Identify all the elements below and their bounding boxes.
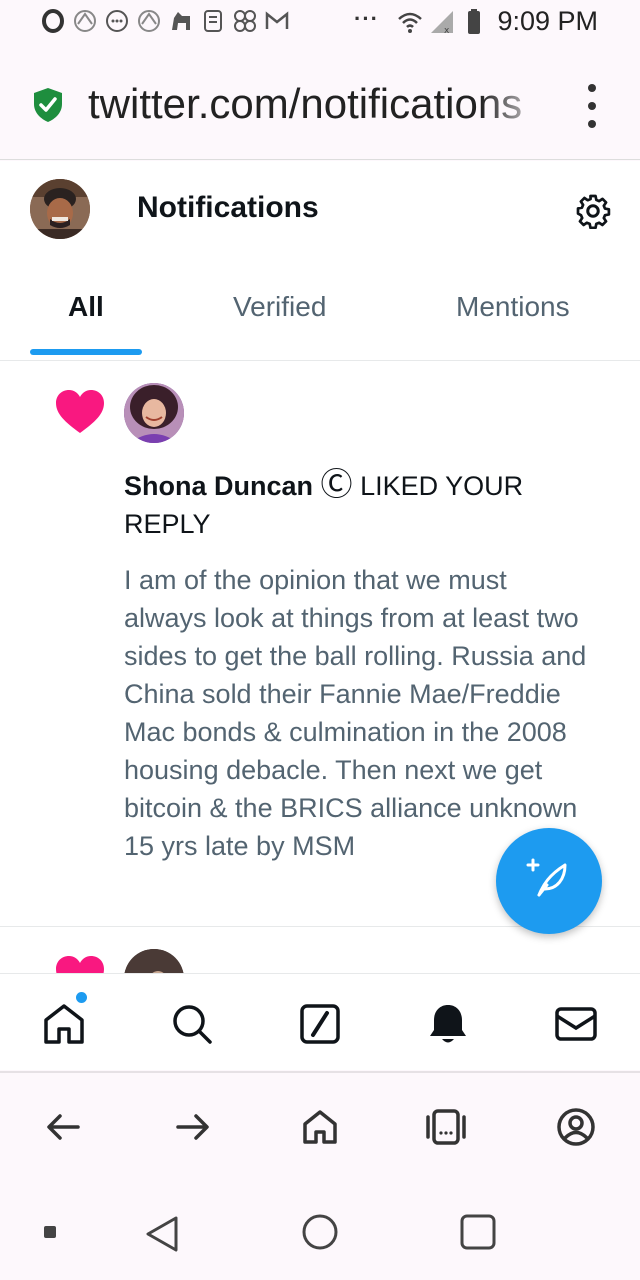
shield-check-icon[interactable] [32, 87, 64, 123]
page-title: Notifications [137, 191, 319, 224]
horse-icon [168, 8, 194, 34]
notification-tabs: All Verified Mentions [0, 269, 640, 361]
svg-text:x: x [444, 26, 450, 35]
search-icon[interactable] [170, 1002, 214, 1046]
compose-button[interactable] [496, 828, 602, 934]
gear-icon[interactable] [575, 193, 611, 230]
forward-arrow-icon[interactable] [172, 1107, 212, 1147]
browser-address-bar: twitter.com/notifications [0, 52, 640, 160]
more-vertical-icon[interactable] [578, 84, 606, 128]
tabs-icon[interactable] [426, 1107, 466, 1147]
overview-square-icon[interactable] [460, 1214, 496, 1255]
home-circle-icon[interactable] [301, 1213, 339, 1256]
compose-icon [525, 855, 573, 908]
opera-icon [40, 8, 66, 34]
avatar[interactable] [30, 179, 90, 239]
bottom-navigation [0, 973, 640, 1070]
browser-toolbar [0, 1071, 640, 1184]
account-icon[interactable] [556, 1107, 596, 1147]
url-field[interactable]: twitter.com/notifications [88, 80, 550, 128]
battery-icon [461, 8, 487, 35]
more-notifications-indicator: ··· [354, 6, 379, 31]
system-navigation-bar [0, 1184, 640, 1280]
new-content-dot [76, 992, 87, 1003]
tab-all[interactable]: All [68, 291, 104, 323]
notification-user-name[interactable]: Shona Duncan [124, 471, 313, 501]
grok-icon[interactable] [298, 1002, 342, 1046]
active-tab-indicator [30, 349, 142, 355]
bell-icon[interactable] [426, 1002, 470, 1046]
clock: 9:09 PM [497, 6, 598, 36]
pinwheel-icon [232, 8, 258, 34]
avatar[interactable] [124, 383, 184, 443]
heart-icon [55, 389, 105, 435]
status-bar: ··· x 9:09 PM [0, 0, 640, 52]
badge-icon [136, 8, 162, 34]
home-icon[interactable] [42, 1002, 86, 1046]
notification-summary: Shona Duncan Ⓒ LIKED YOUR REPLY [124, 465, 564, 543]
mail-icon[interactable] [554, 1002, 598, 1046]
home-icon[interactable] [300, 1107, 340, 1147]
gmail-icon [264, 8, 290, 34]
notification-text: I am of the opinion that we must always … [124, 565, 587, 861]
notebook-icon [200, 8, 226, 34]
wifi-icon [397, 9, 423, 35]
chat-bubble-icon [104, 8, 130, 34]
tab-verified[interactable]: Verified [233, 291, 326, 323]
back-triangle-icon[interactable] [144, 1214, 180, 1259]
tab-mentions[interactable]: Mentions [456, 291, 570, 323]
twitter-app: Notifications All Verified Mentions Shon… [0, 161, 640, 1070]
copyright-badge: Ⓒ [320, 466, 353, 502]
badge-icon [72, 8, 98, 34]
status-system-icons: x 9:09 PM [397, 6, 598, 37]
status-notification-icons [40, 8, 290, 34]
back-arrow-icon[interactable] [44, 1107, 84, 1147]
recents-dot-icon[interactable] [44, 1226, 56, 1238]
signal-icon: x [429, 9, 455, 35]
